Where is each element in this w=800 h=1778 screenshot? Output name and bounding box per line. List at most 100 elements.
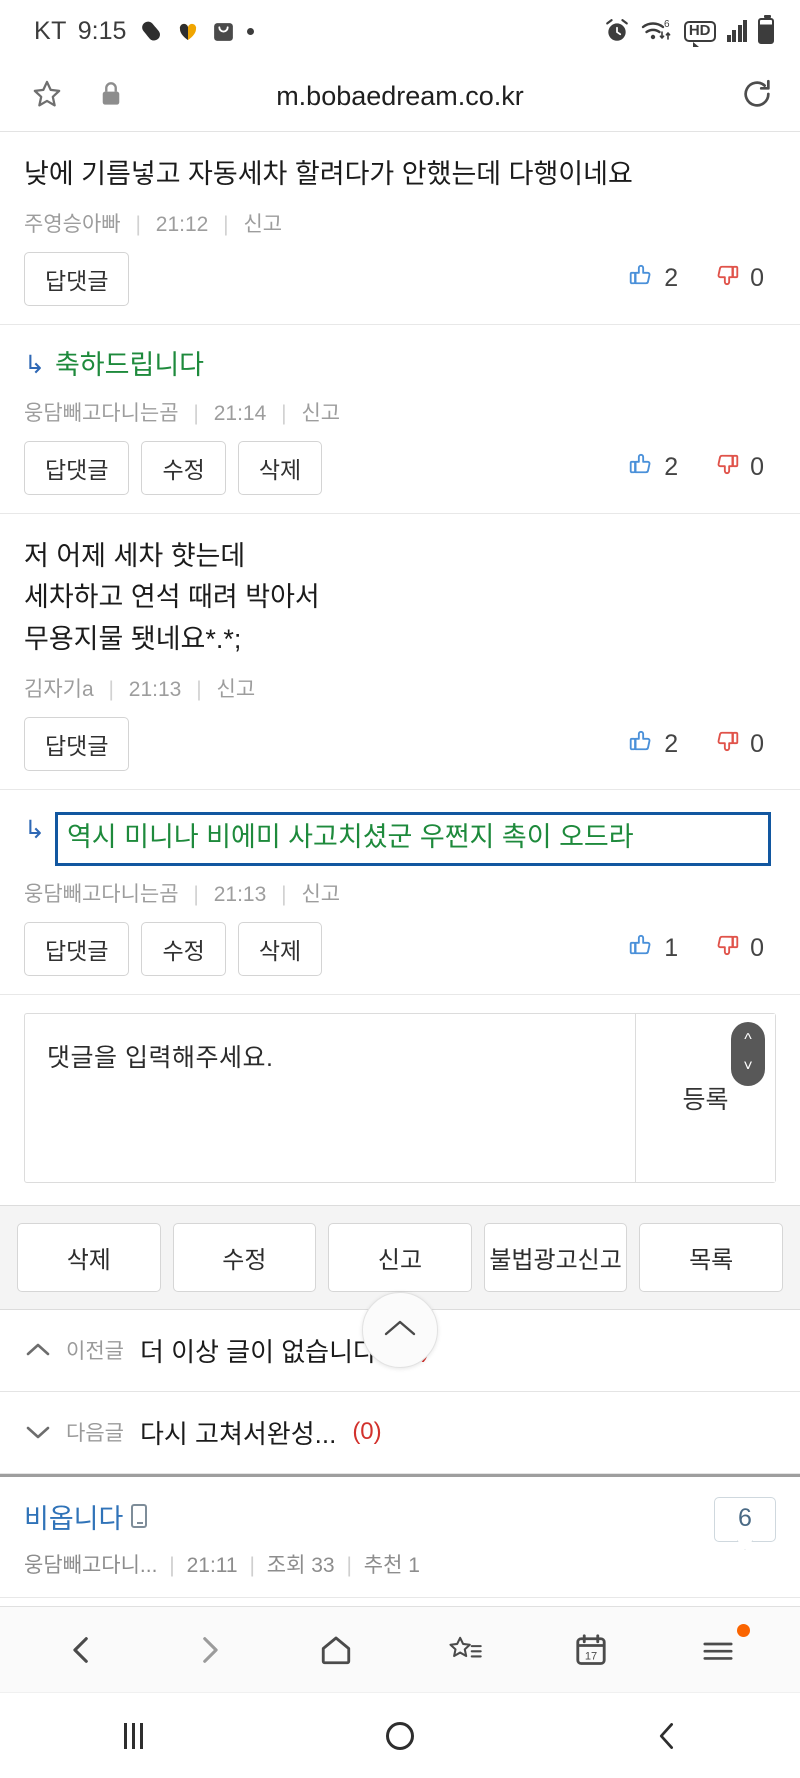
edit-button[interactable]: 수정 [141,440,226,495]
back-chevron-icon[interactable] [622,1706,712,1766]
upvote-control[interactable]: 1 [628,932,678,965]
comment-meta: 주영승아빠 | 21:12 | 신고 [24,208,776,238]
downvote-control[interactable]: 0 [714,451,764,484]
downvote-control[interactable]: 0 [714,932,764,965]
comment-time: 21:14 [213,401,267,425]
vote-group: 2 0 [628,728,776,761]
meta-separator: | [193,882,199,906]
meta-separator: | [281,882,287,906]
upvote-control[interactable]: 2 [628,728,678,761]
browser-url-bar[interactable]: m.bobaedream.co.kr [0,62,800,132]
downvote-count: 0 [750,264,764,293]
comment-text-line: 무용지물 됏네요*.*; [24,624,242,655]
reply-button[interactable]: 답댓글 [24,440,130,495]
comment-text: 낮에 기름넣고 자동세차 할려다가 안했는데 다행이네요 [24,154,776,196]
comment-footer: 답댓글 수정 삭제 1 0 [24,921,776,976]
meta-separator: | [169,1553,175,1577]
reply-body: ↳ 역시 미니나 비에미 사고치셨군 우쩐지 촉이 오드라 [24,812,776,866]
chevron-down-icon[interactable]: ˅ [743,1058,752,1076]
comment-meta: 웅담빼고다니는곰 | 21:14 | 신고 [24,397,776,427]
post-edit-button[interactable]: 수정 [172,1222,317,1292]
edit-button[interactable]: 수정 [141,921,226,976]
carrier-label: KT [34,16,67,45]
reply-arrow-icon: ↳ [24,816,45,845]
svg-text:17: 17 [585,1650,597,1662]
thumbs-up-icon[interactable] [628,932,654,965]
recents-glyph [123,1722,143,1749]
back-icon[interactable] [42,1620,122,1680]
thumbs-up-icon[interactable] [628,262,654,295]
home-icon[interactable] [296,1620,376,1680]
prev-post-title[interactable]: 더 이상 글이 없습니다. [140,1332,384,1369]
comment-time: 21:12 [155,212,209,236]
next-post-title[interactable]: 다시 고쳐서완성... [140,1414,336,1451]
mobile-device-icon [131,1504,148,1529]
post-list-button[interactable]: 목록 [639,1222,783,1292]
meta-separator: | [196,678,202,702]
home-glyph [385,1721,414,1750]
downvote-control[interactable]: 0 [714,728,764,761]
reply-button[interactable]: 답댓글 [24,251,130,306]
delete-button[interactable]: 삭제 [237,440,323,495]
post-report-button[interactable]: 신고 [328,1222,472,1292]
post-delete-button[interactable]: 삭제 [17,1222,161,1292]
report-link[interactable]: 신고 [217,678,256,701]
thumbs-down-icon[interactable] [714,451,740,484]
bookmarks-icon[interactable] [424,1620,504,1680]
meta-separator: | [281,401,287,425]
upvote-count: 1 [664,934,679,963]
thumbs-down-icon[interactable] [714,932,740,965]
home-circle-icon[interactable] [355,1706,445,1766]
reply-button[interactable]: 답댓글 [24,921,130,976]
bookmark-star-icon[interactable] [30,77,64,116]
dot-icon [247,27,255,35]
thumbs-up-icon[interactable] [628,728,654,761]
scroll-to-top-button[interactable] [362,1292,438,1368]
chevron-up-icon [383,1313,417,1347]
upvote-control[interactable]: 2 [628,262,678,295]
report-link[interactable]: 신고 [301,402,340,425]
list-item[interactable]: 비옵니다 웅담빼고다니... | 21:11 | 조회 33 | 추천 1 6 [0,1477,800,1598]
recents-icon[interactable] [88,1706,178,1766]
downvote-control[interactable]: 0 [714,262,764,295]
comment-item: 저 어제 세차 햣는데 세차하고 연석 때려 박아서 무용지물 됏네요*.*; … [0,513,800,791]
comment-time: 21:13 [128,678,182,702]
comment-footer: 답댓글 2 0 [24,251,776,306]
write-comment-box[interactable]: 댓글을 입력해주세요. 등록 ^ ˅ [24,1012,776,1183]
report-link[interactable]: 신고 [301,883,340,906]
menu-icon[interactable] [678,1620,758,1680]
list-item-comment-count: 6 [714,1496,776,1542]
comment-author: 주영승아빠 [24,212,121,236]
thumbs-down-icon[interactable] [714,728,740,761]
chevron-up-icon [26,1337,50,1364]
upvote-count: 2 [664,729,679,758]
next-post-nav[interactable]: 다음글 다시 고쳐서완성... (0) [0,1391,800,1474]
status-bar-right: 6 HD [604,15,774,47]
upvote-control[interactable]: 2 [628,451,678,484]
comment-input[interactable]: 댓글을 입력해주세요. [25,1014,635,1182]
comment-meta: 김자기a | 21:13 | 신고 [24,673,776,703]
signal-icon [726,20,747,42]
list-item-main[interactable]: 비옵니다 웅담빼고다니... | 21:11 | 조회 33 | 추천 1 [24,1497,714,1579]
chevron-up-icon[interactable]: ^ [744,1031,752,1049]
meta-separator: | [223,212,229,236]
write-comment-section: 댓글을 입력해주세요. 등록 ^ ˅ [0,994,800,1205]
meta-separator: | [249,1553,255,1577]
scroll-stepper[interactable]: ^ ˅ [731,1021,765,1086]
list-item-title-row[interactable]: 비옵니다 [24,1497,714,1536]
tabs-icon[interactable]: 17 [551,1620,631,1680]
hd-icon: HD [683,20,716,47]
reply-button[interactable]: 답댓글 [24,717,130,772]
list-item-title[interactable]: 비옵니다 [24,1497,123,1536]
thumbs-up-icon[interactable] [628,451,654,484]
thumbs-down-icon[interactable] [714,262,740,295]
report-link[interactable]: 신고 [243,213,282,236]
meta-separator: | [108,678,114,702]
reload-icon[interactable] [740,77,774,116]
forward-icon[interactable] [169,1620,249,1680]
next-post-comment-count: (0) [352,1418,382,1446]
delete-button[interactable]: 삭제 [237,921,323,976]
meta-separator: | [135,212,141,236]
post-report-ad-button[interactable]: 불법광고신고 [483,1222,628,1292]
list-item-likes: 추천 1 [363,1553,420,1577]
